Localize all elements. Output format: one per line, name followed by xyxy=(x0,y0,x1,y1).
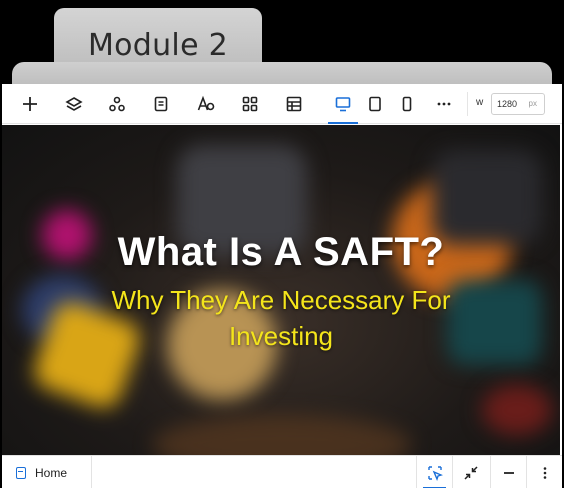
add-button[interactable] xyxy=(15,90,45,118)
module-tab-label: Module 2 xyxy=(87,28,229,63)
module-tab[interactable]: Module 2 xyxy=(54,8,262,70)
page-icon xyxy=(16,466,26,479)
typography-icon xyxy=(197,95,215,111)
tablet-view-button[interactable] xyxy=(360,90,390,118)
toolbar: w 1280 px xyxy=(2,84,562,124)
pages-icon xyxy=(154,96,168,112)
more-vertical-icon xyxy=(543,466,546,479)
background-coin-red xyxy=(482,385,552,435)
page-subtitle[interactable]: Why They Are Necessary For Investing xyxy=(2,282,560,354)
components-icon xyxy=(109,96,125,112)
layers-icon xyxy=(65,97,83,111)
collapse-button[interactable] xyxy=(452,456,488,488)
select-tool-button[interactable] xyxy=(416,456,452,488)
editor-frame: w 1280 px What Is A SAFT? Why They Are N… xyxy=(2,84,562,488)
table-button[interactable] xyxy=(279,90,309,118)
background-glow xyxy=(152,415,412,455)
width-value: 1280 xyxy=(497,99,518,109)
zoom-out-button[interactable] xyxy=(490,456,526,488)
tablet-icon xyxy=(369,96,381,112)
mobile-view-button[interactable] xyxy=(392,90,422,118)
minus-icon xyxy=(503,471,514,474)
collapse-icon xyxy=(463,465,478,480)
toolbar-divider xyxy=(467,92,468,116)
desktop-icon xyxy=(335,97,351,112)
width-label: w xyxy=(476,97,484,108)
table-icon xyxy=(286,96,302,112)
page-title[interactable]: What Is A SAFT? xyxy=(2,230,560,275)
add-icon xyxy=(23,97,37,111)
components-button[interactable] xyxy=(102,90,132,118)
width-input[interactable]: 1280 px xyxy=(491,93,545,115)
pages-button[interactable] xyxy=(146,90,176,118)
apps-button[interactable] xyxy=(235,90,265,118)
more-options-button[interactable] xyxy=(526,456,562,488)
desktop-view-button[interactable] xyxy=(328,90,358,124)
apps-icon xyxy=(242,96,258,112)
more-icon xyxy=(437,102,451,106)
page-selector-label: Home xyxy=(35,465,68,480)
select-icon xyxy=(427,465,443,481)
mobile-icon xyxy=(402,96,412,112)
more-button[interactable] xyxy=(429,90,459,118)
typography-button[interactable] xyxy=(191,90,221,118)
bottom-bar: Home xyxy=(2,455,562,488)
layers-button[interactable] xyxy=(59,90,89,118)
page-canvas[interactable]: What Is A SAFT? Why They Are Necessary F… xyxy=(2,125,560,455)
page-selector[interactable]: Home xyxy=(2,456,92,488)
width-unit: px xyxy=(528,99,537,108)
